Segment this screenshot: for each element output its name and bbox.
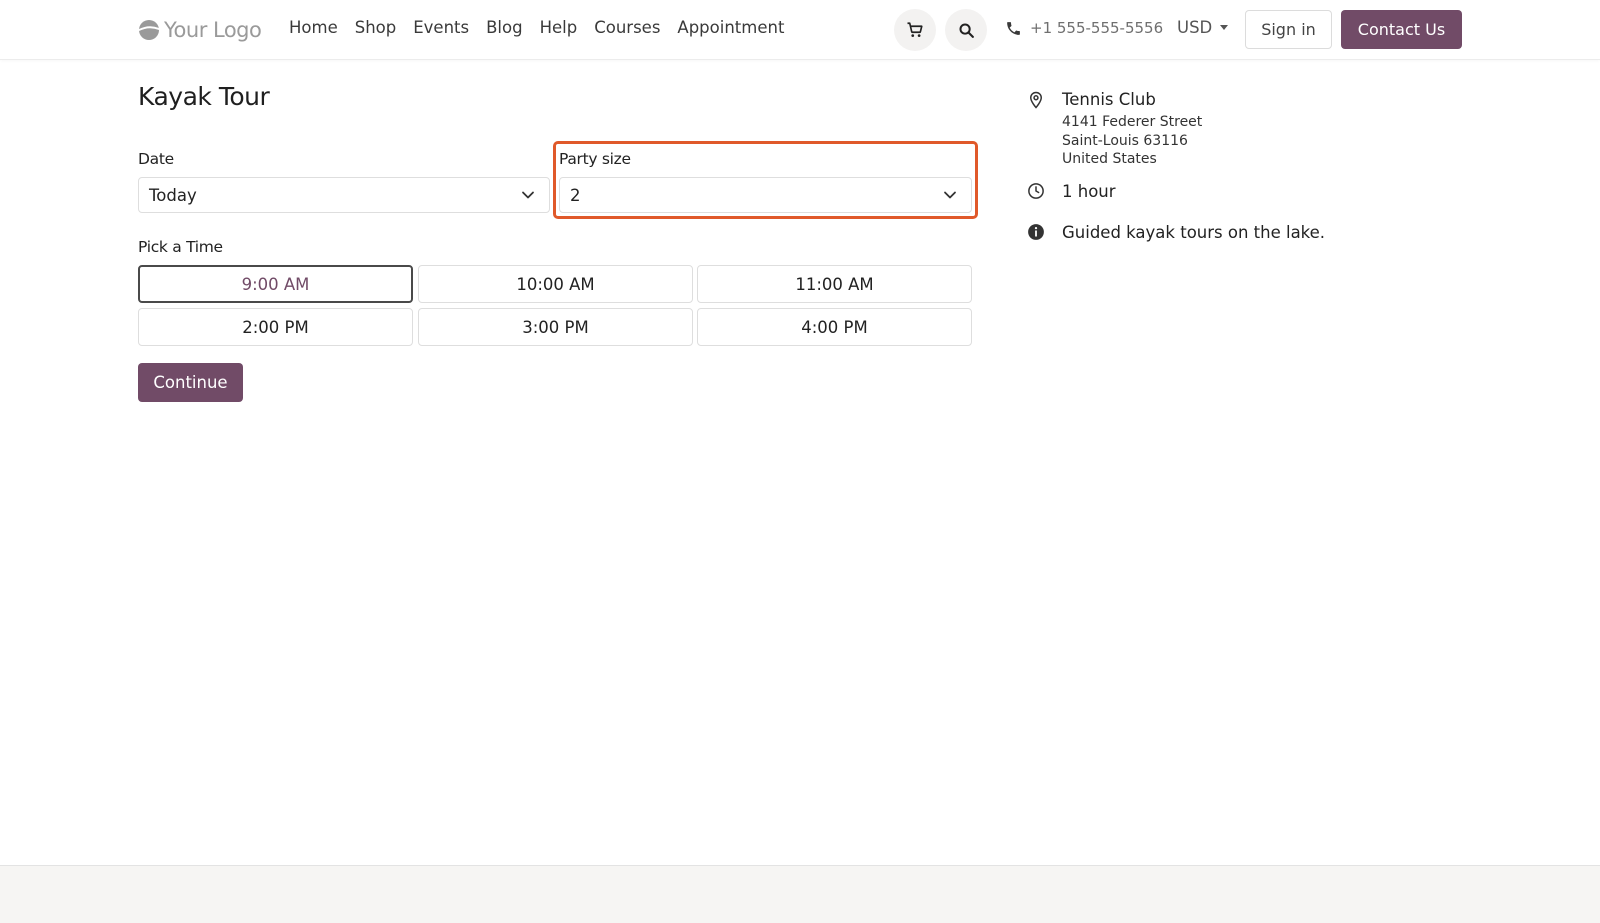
currency-dropdown[interactable]: USD [1177,18,1229,37]
search-button[interactable] [945,9,987,51]
chevron-down-icon [944,191,956,199]
nav-courses[interactable]: Courses [594,18,660,37]
time-slot-10am[interactable]: 10:00 AM [418,265,693,303]
logo-text: Your Logo [164,18,262,42]
page-title: Kayak Tour [138,82,270,111]
nav-help[interactable]: Help [540,18,578,37]
clock-icon [1028,183,1044,199]
time-slot-3pm[interactable]: 3:00 PM [418,308,693,346]
contact-us-button[interactable]: Contact Us [1341,10,1462,49]
date-select[interactable]: Today [138,177,550,213]
continue-button[interactable]: Continue [138,363,243,402]
chevron-down-icon [522,191,534,199]
phone-link[interactable]: +1 555-555-5556 [1005,19,1163,37]
time-slot-11am[interactable]: 11:00 AM [697,265,972,303]
pick-time-label: Pick a Time [138,238,223,256]
cart-icon [907,22,923,37]
time-slot-9am[interactable]: 9:00 AM [138,265,413,303]
date-label: Date [138,150,174,168]
site-logo[interactable]: Your Logo [138,16,262,44]
nav-appointment[interactable]: Appointment [677,18,784,37]
address-line: Saint-Louis 63116 [1062,133,1188,149]
address-line: 4141 Federer Street [1062,114,1203,130]
currency-label: USD [1177,18,1213,37]
nav-blog[interactable]: Blog [486,18,522,37]
site-footer [0,865,1600,923]
nav-home[interactable]: Home [289,18,338,37]
logo-icon [139,20,159,40]
site-header: Your Logo Home Shop Events Blog Help Cou… [0,0,1600,60]
party-size-select[interactable]: 2 [559,177,972,213]
party-size-label: Party size [559,150,631,168]
location-pin-icon [1029,91,1043,109]
location-name: Tennis Club [1062,90,1156,109]
duration-text: 1 hour [1062,182,1116,201]
party-size-value: 2 [570,185,581,205]
date-select-value: Today [149,185,197,205]
description-text: Guided kayak tours on the lake. [1062,223,1326,242]
main-nav: Home Shop Events Blog Help Courses Appoi… [289,18,784,37]
caret-down-icon [1220,25,1229,30]
search-icon [958,22,974,38]
time-slot-2pm[interactable]: 2:00 PM [138,308,413,346]
cart-button[interactable] [894,9,936,51]
phone-icon [1007,21,1020,35]
sign-in-button[interactable]: Sign in [1245,10,1332,49]
nav-shop[interactable]: Shop [355,18,397,37]
phone-number: +1 555-555-5556 [1030,19,1164,37]
info-icon [1028,224,1044,240]
time-slot-4pm[interactable]: 4:00 PM [697,308,972,346]
address-line: United States [1062,151,1157,167]
nav-events[interactable]: Events [413,18,469,37]
